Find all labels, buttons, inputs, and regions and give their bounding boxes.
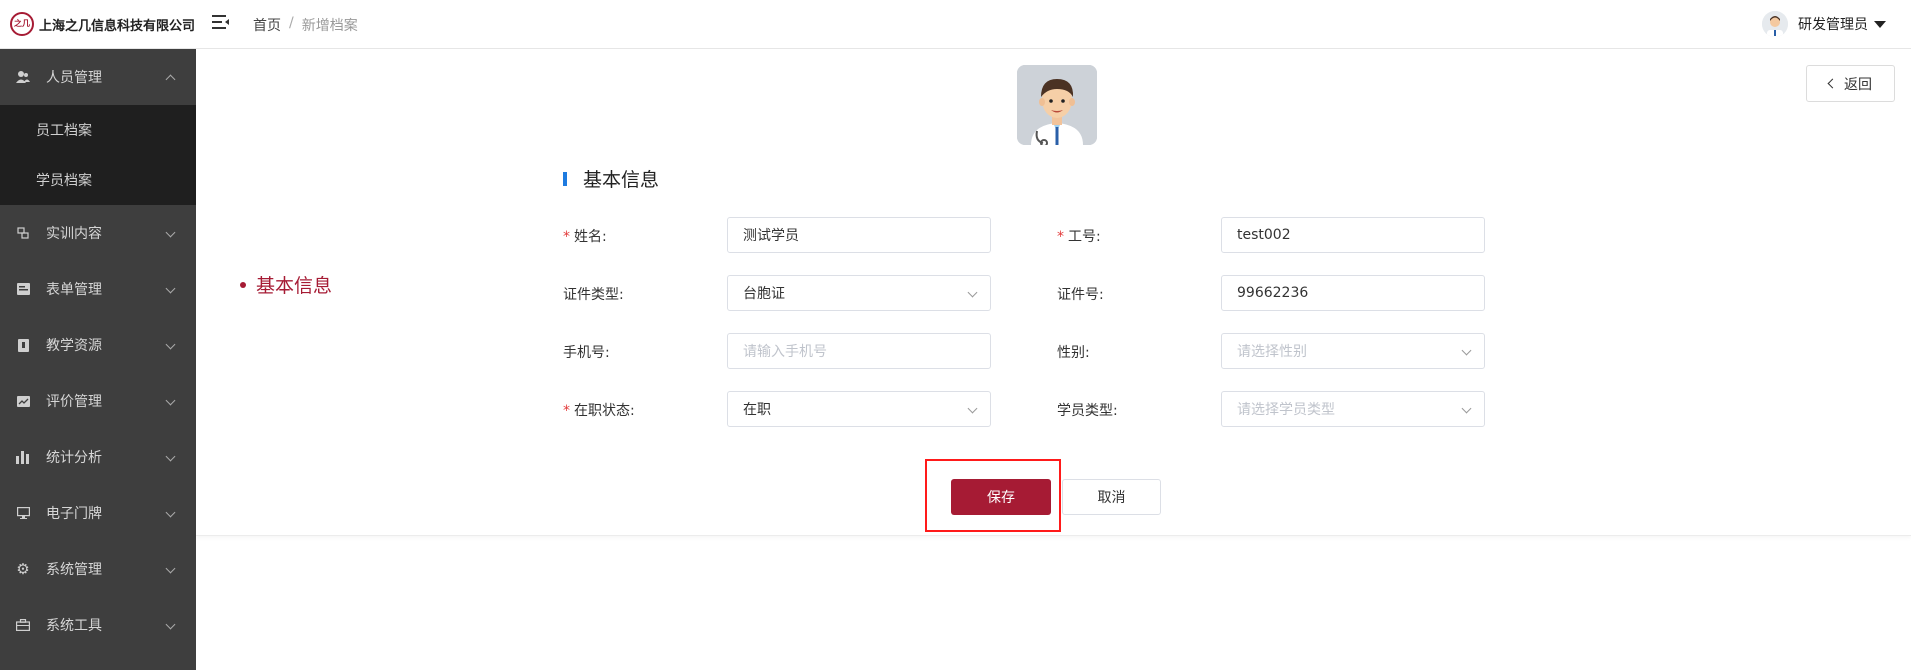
- sidebar-item-label: 表单管理: [46, 282, 102, 298]
- sidebar-item-label: 系统工具: [46, 618, 102, 634]
- chevron-down-icon: [967, 403, 978, 414]
- chevron-down-icon: [165, 619, 176, 630]
- breadcrumb-separator: /: [289, 15, 294, 31]
- cancel-button[interactable]: 取消: [1062, 479, 1161, 515]
- sidebar-item-tools[interactable]: 系统工具: [0, 597, 196, 653]
- employee-no-value: test002: [1237, 227, 1291, 243]
- chevron-down-icon: [165, 563, 176, 574]
- chevron-down-icon: [165, 451, 176, 462]
- gender-placeholder: 请选择性别: [1237, 344, 1307, 360]
- anchor-nav-basic-info[interactable]: 基本信息: [240, 271, 332, 298]
- sidebar-item-label: 教学资源: [46, 338, 102, 354]
- resource-icon: [16, 338, 30, 352]
- name-label: * 姓名:: [563, 229, 607, 245]
- company-logo[interactable]: 之几 上海之几信息科技有限公司: [10, 12, 195, 36]
- phone-input[interactable]: 请输入手机号: [727, 333, 991, 369]
- chevron-left-icon: [1827, 78, 1838, 89]
- breadcrumb-home[interactable]: 首页: [253, 15, 281, 35]
- name-value: 测试学员: [743, 228, 799, 244]
- sidebar-item-label: 评价管理: [46, 394, 102, 410]
- chevron-down-icon: [165, 395, 176, 406]
- anchor-dot-icon: [240, 281, 246, 288]
- submenu-item-student-records[interactable]: 学员档案: [0, 155, 196, 205]
- student-type-select[interactable]: 请选择学员类型: [1221, 391, 1485, 427]
- job-status-value: 在职: [743, 402, 771, 418]
- sidebar-item-label: 电子门牌: [46, 506, 102, 522]
- student-type-label: 学员类型:: [1057, 403, 1118, 419]
- people-icon: [16, 70, 30, 84]
- chevron-down-icon: [165, 507, 176, 518]
- caret-down-icon: [1874, 20, 1886, 28]
- id-type-label: 证件类型:: [563, 287, 624, 303]
- employee-no-label: * 工号:: [1057, 229, 1101, 245]
- name-input[interactable]: 测试学员: [727, 217, 991, 253]
- sidebar-item-label: 系统管理: [46, 562, 102, 578]
- sidebar-item-label: 统计分析: [46, 450, 102, 466]
- sidebar-item-label: 实训内容: [46, 226, 102, 242]
- top-header: 之几 上海之几信息科技有限公司 首页 / 新增档案 研发管理员: [0, 0, 1911, 49]
- sidebar-item-evaluation[interactable]: 评价管理: [0, 373, 196, 429]
- profile-photo[interactable]: [1017, 65, 1097, 145]
- section-accent-bar: [563, 171, 567, 186]
- sidebar-item-system[interactable]: ⚙ 系统管理: [0, 541, 196, 597]
- chevron-down-icon: [967, 287, 978, 298]
- anchor-label: 基本信息: [256, 275, 333, 297]
- menu-collapse-icon[interactable]: [212, 15, 230, 31]
- breadcrumb-current: 新增档案: [301, 18, 358, 34]
- training-icon: [16, 226, 30, 240]
- company-name: 上海之几信息科技有限公司: [39, 18, 196, 34]
- breadcrumb: 首页 / 新增档案: [253, 15, 358, 35]
- sidebar-item-training[interactable]: 实训内容: [0, 205, 196, 261]
- required-mark: *: [563, 403, 570, 419]
- form-icon: [16, 282, 30, 296]
- sidebar-item-door-sign[interactable]: 电子门牌: [0, 485, 196, 541]
- monitor-icon: [16, 506, 30, 520]
- chevron-down-icon: [165, 227, 176, 238]
- id-no-value: 99662236: [1237, 285, 1309, 301]
- phone-placeholder: 请输入手机号: [743, 344, 827, 360]
- id-no-label: 证件号:: [1057, 287, 1104, 303]
- user-menu[interactable]: 研发管理员: [1762, 11, 1886, 37]
- chevron-down-icon: [1461, 345, 1472, 356]
- avatar: [1762, 11, 1788, 37]
- id-no-input[interactable]: 99662236: [1221, 275, 1485, 311]
- submenu-item-staff-records[interactable]: 员工档案: [0, 105, 196, 155]
- chevron-down-icon: [1461, 403, 1472, 414]
- sidebar-item-statistics[interactable]: 统计分析: [0, 429, 196, 485]
- save-button[interactable]: 保存: [951, 479, 1051, 515]
- id-type-select[interactable]: 台胞证: [727, 275, 991, 311]
- sidebar-item-forms[interactable]: 表单管理: [0, 261, 196, 317]
- phone-label: 手机号:: [563, 345, 610, 361]
- section-title-text: 基本信息: [583, 169, 660, 191]
- sidebar-item-resources[interactable]: 教学资源: [0, 317, 196, 373]
- required-mark: *: [563, 229, 570, 245]
- main-content: 返回 基本信息 基本信息 * 姓名: 测试学员 * 工号: test002 证件类型…: [196, 49, 1911, 536]
- job-status-label: * 在职状态:: [563, 403, 635, 419]
- employee-no-input[interactable]: test002: [1221, 217, 1485, 253]
- required-mark: *: [1057, 229, 1064, 245]
- back-label: 返回: [1844, 76, 1872, 93]
- evaluation-icon: [16, 394, 30, 408]
- chevron-down-icon: [165, 339, 176, 350]
- gear-icon: ⚙: [16, 560, 30, 578]
- gender-select[interactable]: 请选择性别: [1221, 333, 1485, 369]
- back-button[interactable]: 返回: [1806, 65, 1895, 102]
- toolbox-icon: [16, 618, 30, 632]
- sidebar-item-personnel[interactable]: 人员管理: [0, 49, 196, 105]
- sidebar-item-label: 人员管理: [46, 70, 102, 86]
- student-type-placeholder: 请选择学员类型: [1237, 402, 1335, 418]
- logo-mark-icon: 之几: [10, 12, 34, 36]
- chevron-down-icon: [165, 283, 176, 294]
- submenu-personnel: 员工档案 学员档案: [0, 105, 196, 205]
- id-type-value: 台胞证: [743, 286, 785, 302]
- job-status-select[interactable]: 在职: [727, 391, 991, 427]
- user-name: 研发管理员: [1798, 17, 1868, 33]
- chevron-up-icon: [165, 74, 176, 85]
- sidebar: 人员管理 员工档案 学员档案 实训内容 表单管理 教学资源 评价管理 统计分析 …: [0, 49, 196, 670]
- gender-label: 性别:: [1057, 345, 1090, 361]
- section-title: 基本信息: [563, 165, 659, 192]
- chart-icon: [16, 450, 30, 464]
